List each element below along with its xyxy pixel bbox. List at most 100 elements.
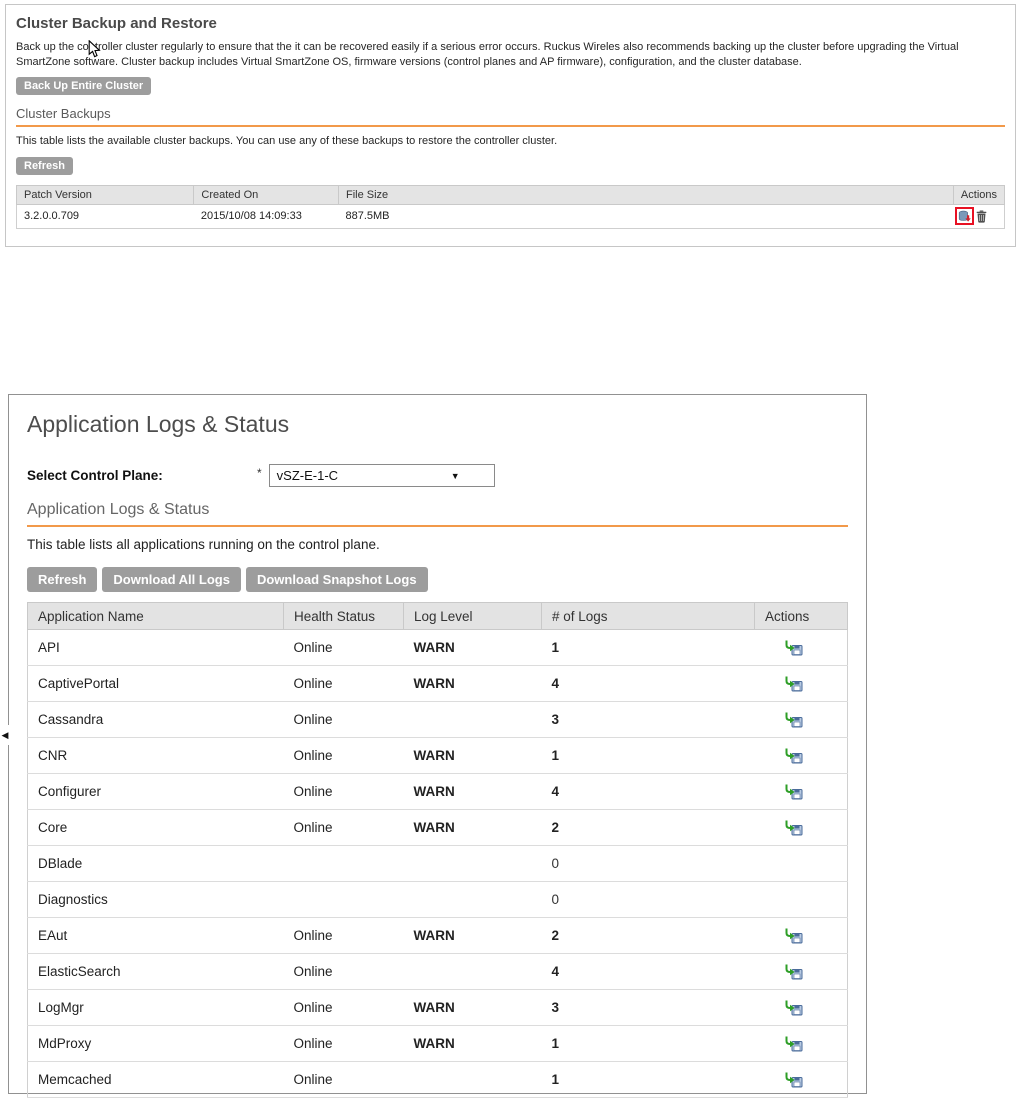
app-table-row: Diagnostics 0 (28, 882, 848, 918)
actions-cell (755, 954, 848, 990)
actions-cell (755, 738, 848, 774)
log-level-cell: WARN (404, 1026, 542, 1062)
health-status-cell: Online (284, 666, 404, 702)
download-log-icon[interactable] (785, 784, 803, 800)
app-table-header-row: Application NameHealth StatusLog Level# … (28, 603, 848, 630)
download-all-logs-button[interactable]: Download All Logs (102, 567, 241, 592)
application-name-cell: ElasticSearch (28, 954, 284, 990)
control-plane-select[interactable]: vSZ-E-1-C ▼ (269, 464, 495, 487)
cluster-backups-section-title: Cluster Backups (16, 106, 1005, 127)
cluster-backups-table: Patch VersionCreated OnFile SizeActions … (16, 185, 1005, 229)
column-header-file-size: File Size (338, 185, 953, 204)
num-logs-cell: 1 (542, 630, 755, 666)
download-log-icon[interactable] (785, 676, 803, 692)
mouse-cursor-icon (88, 40, 101, 64)
health-status-cell: Online (284, 990, 404, 1026)
actions-cell (755, 666, 848, 702)
app-logs-title: Application Logs & Status (27, 411, 848, 438)
highlight-box (955, 207, 974, 225)
download-log-icon[interactable] (785, 712, 803, 728)
health-status-cell: Online (284, 738, 404, 774)
log-level-cell: WARN (404, 630, 542, 666)
download-log-icon[interactable] (785, 1036, 803, 1052)
health-status-cell: Online (284, 954, 404, 990)
collapse-panel-arrow-icon[interactable]: ◀ (0, 725, 10, 745)
health-status-cell: Online (284, 810, 404, 846)
log-level-cell (404, 882, 542, 918)
download-log-icon[interactable] (785, 640, 803, 656)
column-header-log-level: Log Level (404, 603, 542, 630)
application-name-cell: CaptivePortal (28, 666, 284, 702)
actions-cell (755, 882, 848, 918)
num-logs-cell: 1 (542, 738, 755, 774)
health-status-cell (284, 882, 404, 918)
application-name-cell: Memcached (28, 1062, 284, 1098)
column-header-created-on: Created On (194, 185, 339, 204)
created-on-cell: 2015/10/08 14:09:33 (194, 204, 339, 228)
num-logs-cell: 3 (542, 990, 755, 1026)
app-table-row: CaptivePortalOnlineWARN4 (28, 666, 848, 702)
column-header-application-name: Application Name (28, 603, 284, 630)
app-table-row: DBlade0 (28, 846, 848, 882)
num-logs-cell: 0 (542, 882, 755, 918)
application-name-cell: Cassandra (28, 702, 284, 738)
num-logs-cell: 1 (542, 1062, 755, 1098)
restore-icon[interactable] (958, 210, 971, 223)
num-logs-cell: 4 (542, 774, 755, 810)
app-table-row: LogMgrOnlineWARN3 (28, 990, 848, 1026)
column-header-actions: Actions (953, 185, 1004, 204)
app-logs-toolbar: Refresh Download All Logs Download Snaps… (27, 567, 848, 592)
actions-cell (755, 846, 848, 882)
patch-version-cell: 3.2.0.0.709 (17, 204, 194, 228)
application-name-cell: Diagnostics (28, 882, 284, 918)
cluster-panel-title: Cluster Backup and Restore (16, 15, 1005, 32)
log-level-cell: WARN (404, 666, 542, 702)
actions-cell (755, 774, 848, 810)
download-snapshot-logs-button[interactable]: Download Snapshot Logs (246, 567, 428, 592)
log-level-cell (404, 954, 542, 990)
log-level-cell (404, 846, 542, 882)
download-log-icon[interactable] (785, 964, 803, 980)
delete-icon[interactable] (976, 210, 987, 223)
actions-cell (755, 918, 848, 954)
app-table-row: CassandraOnline 3 (28, 702, 848, 738)
application-logs-table: Application NameHealth StatusLog Level# … (27, 602, 848, 1098)
num-logs-cell: 4 (542, 666, 755, 702)
health-status-cell: Online (284, 918, 404, 954)
backup-entire-cluster-button[interactable]: Back Up Entire Cluster (16, 77, 151, 95)
download-log-icon[interactable] (785, 820, 803, 836)
app-table-row: ConfigurerOnlineWARN4 (28, 774, 848, 810)
num-logs-cell: 0 (542, 846, 755, 882)
download-log-icon[interactable] (785, 748, 803, 764)
app-table-row: MdProxyOnlineWARN1 (28, 1026, 848, 1062)
file-size-cell: 887.5MB (338, 204, 953, 228)
app-table-row: ElasticSearchOnline4 (28, 954, 848, 990)
health-status-cell (284, 846, 404, 882)
refresh-button[interactable]: Refresh (16, 157, 73, 175)
actions-cell (953, 204, 1004, 228)
download-log-icon[interactable] (785, 1072, 803, 1088)
num-logs-cell: 2 (542, 810, 755, 846)
log-level-cell: WARN (404, 738, 542, 774)
application-name-cell: LogMgr (28, 990, 284, 1026)
log-level-cell: WARN (404, 810, 542, 846)
column-header--of-logs: # of Logs (542, 603, 755, 630)
actions-cell (755, 630, 848, 666)
log-level-cell (404, 1062, 542, 1098)
backup-table-header-row: Patch VersionCreated OnFile SizeActions (17, 185, 1005, 204)
download-log-icon[interactable] (785, 928, 803, 944)
cluster-backup-panel: Cluster Backup and Restore Back up the c… (5, 4, 1016, 247)
refresh-button[interactable]: Refresh (27, 567, 97, 592)
column-header-health-status: Health Status (284, 603, 404, 630)
actions-cell (755, 702, 848, 738)
application-name-cell: Core (28, 810, 284, 846)
control-plane-label: Select Control Plane: (27, 468, 257, 483)
health-status-cell: Online (284, 702, 404, 738)
actions-cell (755, 990, 848, 1026)
num-logs-cell: 3 (542, 702, 755, 738)
log-level-cell: WARN (404, 774, 542, 810)
num-logs-cell: 1 (542, 1026, 755, 1062)
application-name-cell: Configurer (28, 774, 284, 810)
health-status-cell: Online (284, 1026, 404, 1062)
download-log-icon[interactable] (785, 1000, 803, 1016)
